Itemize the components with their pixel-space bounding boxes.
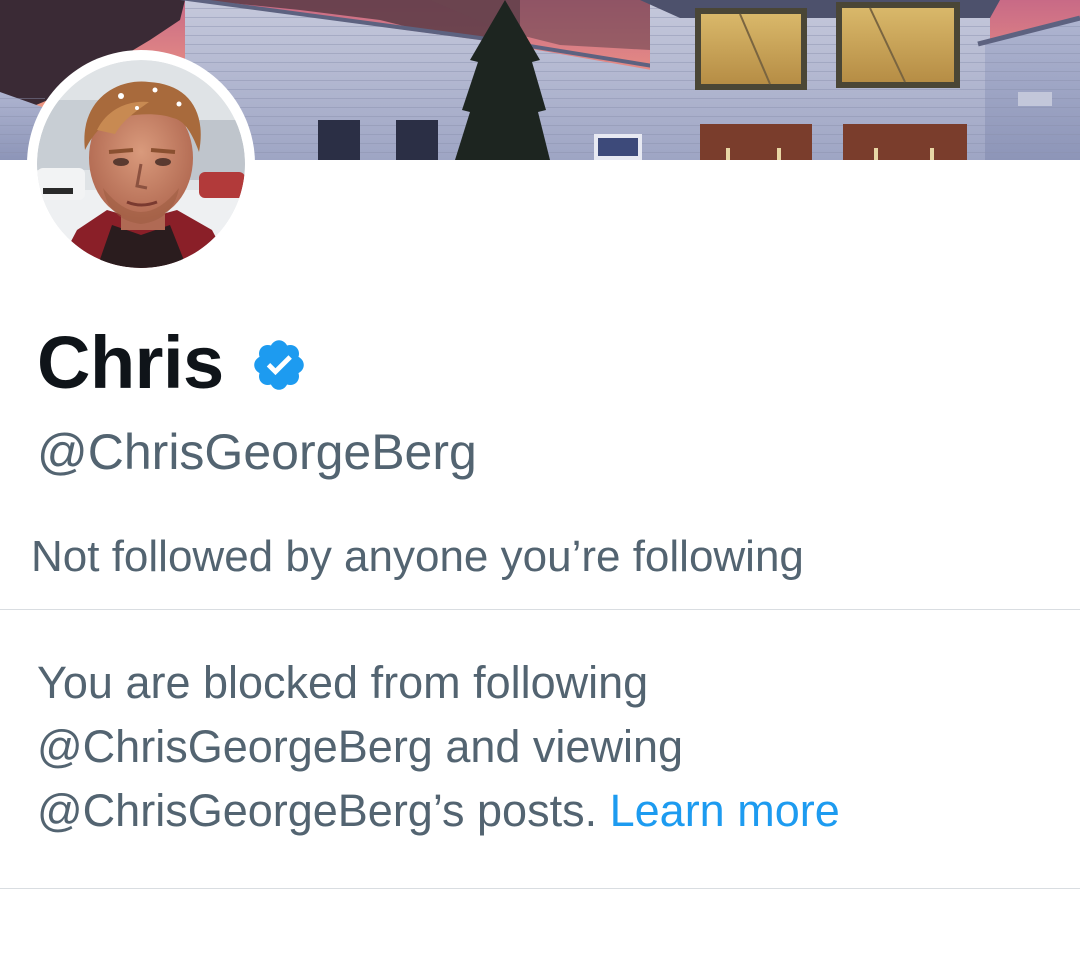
- profile-handle: @ChrisGeorgeBerg: [37, 424, 477, 480]
- display-name: Chris: [37, 321, 224, 404]
- blocked-notice: You are blocked from following @ChrisGeo…: [37, 651, 1047, 843]
- learn-more-link[interactable]: Learn more: [610, 785, 840, 836]
- followers-you-know[interactable]: Not followed by anyone you’re following: [31, 527, 804, 587]
- divider: [0, 609, 1080, 610]
- verified-badge-icon[interactable]: [250, 336, 308, 394]
- blocked-notice-line2: @ChrisGeorgeBerg and viewing: [37, 721, 683, 772]
- blocked-notice-line3: @ChrisGeorgeBerg’s posts.: [37, 785, 598, 836]
- divider: [0, 888, 1080, 889]
- profile-name-row: Chris: [37, 318, 308, 408]
- profile-page: Chris @ChrisGeorgeBerg Not followed by a…: [0, 0, 1080, 978]
- blocked-notice-line1: You are blocked from following: [37, 657, 649, 708]
- avatar[interactable]: [27, 50, 255, 278]
